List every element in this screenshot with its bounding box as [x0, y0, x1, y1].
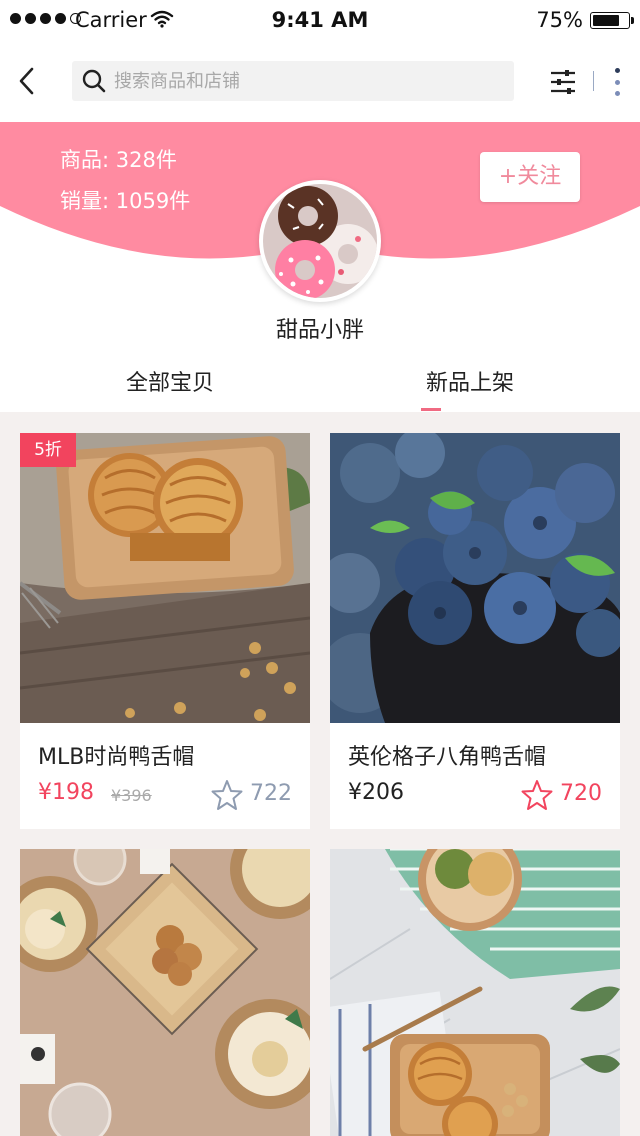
sales-count: 销量: 1059件: [60, 189, 191, 213]
product-card[interactable]: 5折 MLB时尚鸭舌帽 ¥198 ¥396 722: [20, 433, 310, 829]
shop-name: 甜品小胖: [275, 318, 364, 343]
shop-page: Carrier 9:41 AM 75% 搜索商品和店铺 商品: 328件 销量:…: [0, 0, 640, 1136]
battery-icon: [590, 12, 634, 29]
battery-percentage: 75%: [536, 8, 583, 32]
mooncake-beans-product-image: [330, 849, 620, 1136]
tab-all-items[interactable]: 全部宝贝: [70, 365, 270, 397]
favorite-count: 720: [560, 781, 602, 806]
shop-header: 商品: 328件 销量: 1059件 +关注 甜品小胖 全部宝贝 新品上架: [0, 122, 640, 412]
filter-icon[interactable]: [550, 68, 576, 96]
star-outline-icon[interactable]: [211, 779, 243, 811]
tab-new-arrivals[interactable]: 新品上架: [370, 365, 570, 397]
goods-count: 商品: 328件: [60, 148, 177, 172]
bread-basket-product-image: [20, 849, 310, 1136]
more-icon[interactable]: [612, 68, 622, 96]
product-card[interactable]: [330, 849, 620, 1136]
product-title: 英伦格子八角鸭舌帽: [348, 745, 547, 770]
product-card[interactable]: 英伦格子八角鸭舌帽 ¥206 720: [330, 433, 620, 829]
nav-divider: [593, 71, 594, 91]
search-bar[interactable]: [72, 61, 514, 101]
discount-badge: 5折: [20, 433, 76, 467]
favorite-count: 722: [250, 781, 292, 806]
product-title: MLB时尚鸭舌帽: [38, 745, 195, 770]
navigation-bar: [0, 40, 640, 122]
back-arrow-icon[interactable]: [14, 65, 44, 97]
original-price: ¥396: [111, 786, 152, 805]
donuts-avatar-image: [263, 184, 377, 298]
product-price: ¥206: [348, 780, 404, 805]
avatar[interactable]: [259, 180, 381, 302]
search-input[interactable]: [114, 61, 504, 101]
follow-button[interactable]: +关注: [480, 152, 580, 202]
blueberries-product-image: [330, 433, 620, 723]
product-price: ¥198: [38, 780, 94, 805]
search-icon: [82, 69, 106, 93]
product-card[interactable]: [20, 849, 310, 1136]
active-tab-indicator: [421, 408, 441, 411]
status-bar: Carrier 9:41 AM 75%: [0, 0, 640, 40]
mooncakes-product-image: [20, 433, 310, 723]
star-outline-icon[interactable]: [521, 779, 553, 811]
